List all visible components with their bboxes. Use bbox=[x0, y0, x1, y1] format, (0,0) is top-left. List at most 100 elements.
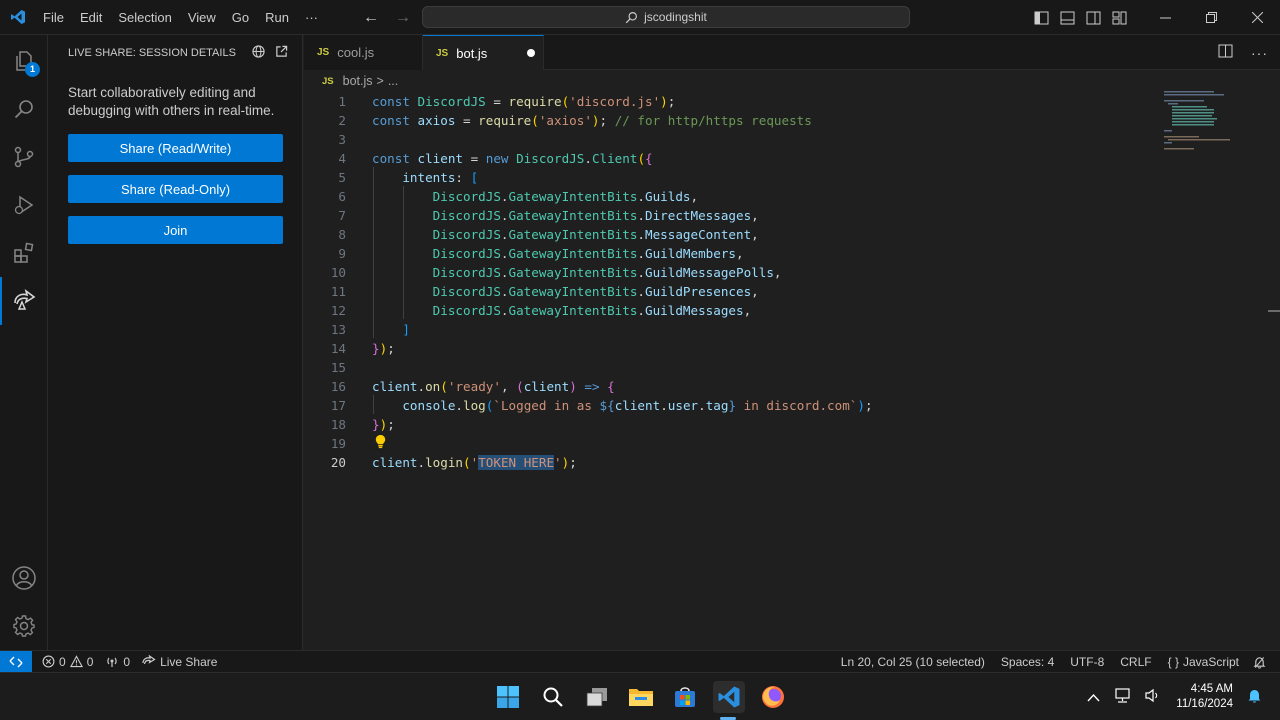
file-explorer-icon[interactable] bbox=[625, 681, 657, 713]
code-token: MessageContent bbox=[645, 227, 752, 242]
code-line[interactable]: 16 client.on('ready', (client) => { bbox=[304, 377, 1164, 396]
vscode-taskbar-icon[interactable] bbox=[713, 681, 745, 713]
cursor-position[interactable]: Ln 20, Col 25 (10 selected) bbox=[833, 651, 993, 673]
code-token: } bbox=[372, 417, 380, 432]
code-text: intents: [ bbox=[372, 168, 478, 187]
minimize-icon[interactable] bbox=[1142, 0, 1188, 35]
unsaved-dot-icon[interactable] bbox=[527, 49, 535, 57]
indentation[interactable]: Spaces: 4 bbox=[993, 651, 1062, 673]
lightbulb-icon[interactable] bbox=[374, 434, 387, 452]
settings-gear-icon[interactable] bbox=[0, 602, 48, 650]
code-line[interactable]: 2 const axios = require('axios'); // for … bbox=[304, 111, 1164, 130]
remote-indicator-icon[interactable] bbox=[0, 650, 32, 673]
code-line[interactable]: 5 intents: [ bbox=[304, 168, 1164, 187]
system-tray: 4:45 AM 11/16/2024 bbox=[1087, 673, 1262, 720]
code-line[interactable]: 9 DiscordJS.GatewayIntentBits.GuildMembe… bbox=[304, 244, 1164, 263]
command-center-search[interactable]: jscodingshit bbox=[422, 6, 910, 28]
more-actions-icon[interactable]: ··· bbox=[1251, 45, 1268, 61]
code-line[interactable]: 4 const client = new DiscordJS.Client({ bbox=[304, 149, 1164, 168]
code-line[interactable]: 1 const DiscordJS = require('discord.js')… bbox=[304, 92, 1164, 111]
menu-more[interactable]: ··· bbox=[297, 0, 326, 35]
share-read-write-button[interactable]: Share (Read/Write) bbox=[68, 134, 283, 162]
code-line[interactable]: 20 client.login('TOKEN HERE'); bbox=[304, 453, 1164, 472]
menu-view[interactable]: View bbox=[180, 0, 224, 35]
search-icon[interactable] bbox=[0, 85, 48, 133]
code-token: = bbox=[463, 151, 486, 166]
live-share-small-icon bbox=[142, 655, 156, 665]
share-read-only-button[interactable]: Share (Read-Only) bbox=[68, 175, 283, 203]
breadcrumb-file[interactable]: bot.js bbox=[343, 74, 373, 88]
tab-bot-js[interactable]: JS bot.js bbox=[423, 35, 544, 70]
code-line[interactable]: 3 bbox=[304, 130, 1164, 149]
microsoft-store-icon[interactable] bbox=[669, 681, 701, 713]
live-share-icon[interactable] bbox=[0, 277, 48, 325]
explorer-icon[interactable]: 1 bbox=[0, 37, 48, 85]
encoding[interactable]: UTF-8 bbox=[1062, 651, 1112, 673]
line-number: 16 bbox=[330, 379, 346, 394]
code-token: . bbox=[637, 227, 646, 242]
code-line[interactable]: 6 DiscordJS.GatewayIntentBits.Guilds, bbox=[304, 187, 1164, 206]
code-token: ; bbox=[387, 341, 395, 356]
code-editor[interactable]: 1 const DiscordJS = require('discord.js')… bbox=[304, 91, 1280, 650]
customize-layout-icon[interactable] bbox=[1106, 0, 1132, 35]
breadcrumb-symbols[interactable]: ... bbox=[388, 74, 398, 88]
close-icon[interactable] bbox=[1234, 0, 1280, 35]
split-editor-icon[interactable] bbox=[1218, 44, 1233, 61]
forward-arrow-icon[interactable]: → bbox=[394, 9, 412, 27]
menu-edit[interactable]: Edit bbox=[72, 0, 110, 35]
code-line[interactable]: 13 ] bbox=[304, 320, 1164, 339]
code-token: GuildMessagePolls bbox=[645, 265, 774, 280]
open-external-icon[interactable] bbox=[275, 45, 288, 61]
back-arrow-icon[interactable]: ← bbox=[362, 9, 380, 27]
run-debug-icon[interactable] bbox=[0, 181, 48, 229]
warning-icon bbox=[69, 655, 83, 668]
code-token: , bbox=[751, 284, 759, 299]
toggle-secondary-sidebar-icon[interactable] bbox=[1080, 0, 1106, 35]
network-icon[interactable] bbox=[1114, 688, 1131, 706]
code-line[interactable]: 19 bbox=[304, 434, 1164, 453]
clock-time: 4:45 AM bbox=[1190, 683, 1233, 695]
code-token: DiscordJS bbox=[417, 94, 486, 109]
source-control-icon[interactable] bbox=[0, 133, 48, 181]
extensions-icon[interactable] bbox=[0, 229, 48, 277]
ports-indicator[interactable]: 0 bbox=[99, 651, 136, 673]
tab-cool-js[interactable]: JS cool.js bbox=[304, 35, 423, 70]
line-endings[interactable]: CRLF bbox=[1112, 651, 1159, 673]
code-token: Client bbox=[591, 151, 638, 166]
restore-icon[interactable] bbox=[1188, 0, 1234, 35]
account-icon[interactable] bbox=[0, 554, 48, 602]
code-text: const DiscordJS = require('discord.js'); bbox=[372, 92, 675, 111]
menu-selection[interactable]: Selection bbox=[110, 0, 179, 35]
code-line[interactable]: 7 DiscordJS.GatewayIntentBits.DirectMess… bbox=[304, 206, 1164, 225]
taskbar-search-icon[interactable] bbox=[537, 681, 569, 713]
toggle-panel-icon[interactable] bbox=[1054, 0, 1080, 35]
globe-icon[interactable] bbox=[252, 44, 265, 61]
code-line[interactable]: 12 DiscordJS.GatewayIntentBits.GuildMess… bbox=[304, 301, 1164, 320]
ports-count: 0 bbox=[123, 654, 131, 669]
notifications-bell-icon[interactable] bbox=[1247, 651, 1272, 673]
toggle-primary-sidebar-icon[interactable] bbox=[1028, 0, 1054, 35]
join-button[interactable]: Join bbox=[68, 216, 283, 244]
show-hidden-icons-chevron-icon[interactable] bbox=[1087, 690, 1100, 705]
windows-start-icon[interactable] bbox=[492, 681, 524, 713]
code-line[interactable]: 15 bbox=[304, 358, 1164, 377]
minimap[interactable] bbox=[1162, 91, 1242, 151]
code-token: , bbox=[743, 303, 752, 318]
clock[interactable]: 4:45 AM 11/16/2024 bbox=[1176, 682, 1233, 712]
code-line[interactable]: 17 console.log(`Logged in as ${client.us… bbox=[304, 396, 1164, 415]
menu-go[interactable]: Go bbox=[224, 0, 257, 35]
code-line[interactable]: 11 DiscordJS.GatewayIntentBits.GuildPres… bbox=[304, 282, 1164, 301]
volume-icon[interactable] bbox=[1145, 688, 1162, 706]
notification-bell-icon[interactable] bbox=[1247, 688, 1262, 707]
task-view-icon[interactable] bbox=[581, 681, 613, 713]
code-line[interactable]: 10 DiscordJS.GatewayIntentBits.GuildMess… bbox=[304, 263, 1164, 282]
language-mode[interactable]: { } JavaScript bbox=[1160, 651, 1247, 673]
menu-run[interactable]: Run bbox=[257, 0, 297, 35]
code-line[interactable]: 8 DiscordJS.GatewayIntentBits.MessageCon… bbox=[304, 225, 1164, 244]
code-line[interactable]: 18}); bbox=[304, 415, 1164, 434]
live-share-status[interactable]: Live Share bbox=[136, 651, 223, 673]
menu-file[interactable]: File bbox=[35, 0, 72, 35]
problems-indicator[interactable]: 0 0 bbox=[36, 651, 99, 673]
firefox-icon[interactable] bbox=[757, 681, 789, 713]
code-line[interactable]: 14}); bbox=[304, 339, 1164, 358]
